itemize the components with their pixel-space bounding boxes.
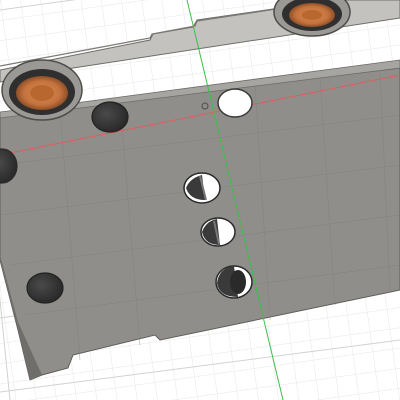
hole-dark-top[interactable]	[91, 101, 129, 133]
hole-bottom-left[interactable]	[26, 272, 64, 304]
hole-top-white[interactable]	[217, 88, 253, 118]
hole-center-1[interactable]	[183, 172, 221, 204]
speaker-left[interactable]	[1, 59, 83, 121]
hole-center-2[interactable]	[200, 217, 236, 247]
origin-marker	[201, 102, 209, 110]
cad-viewport[interactable]	[0, 0, 400, 400]
hole-center-3[interactable]	[215, 265, 253, 299]
